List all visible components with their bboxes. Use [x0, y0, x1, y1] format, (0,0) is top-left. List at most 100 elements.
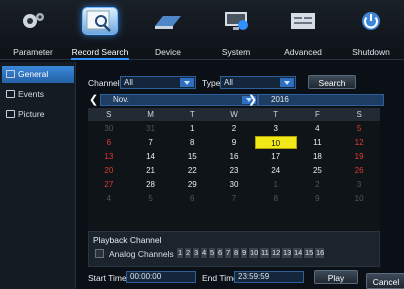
channel-toggle[interactable]: 3 — [193, 248, 199, 258]
channel-toggle[interactable]: 16 — [315, 248, 324, 258]
channel-toggle[interactable]: 10 — [249, 248, 258, 258]
nav-device[interactable]: Device — [135, 0, 201, 60]
calendar-day[interactable]: 14 — [130, 150, 172, 163]
calendar-day[interactable]: 25 — [297, 164, 339, 177]
calendar-day[interactable]: 1 — [255, 178, 297, 191]
channel-toggle[interactable]: 9 — [241, 248, 247, 258]
calendar-day[interactable]: 2 — [297, 178, 339, 191]
calendar-day[interactable]: 21 — [130, 164, 172, 177]
calendar-day[interactable]: 26 — [338, 164, 380, 177]
calendar-week-row: 6 7 8 9 10 11 12 — [88, 136, 380, 149]
calendar-day[interactable]: 18 — [297, 150, 339, 163]
calendar-day[interactable]: 3 — [255, 122, 297, 135]
record-search-panel: Channel All Type All Search ❮ Nov. ❯ 201… — [80, 68, 400, 289]
monitor-info-icon — [219, 8, 253, 34]
nav-label: Advanced — [284, 47, 322, 57]
end-time-input[interactable]: 23:59:59 — [234, 271, 304, 283]
channel-toggle[interactable]: 14 — [293, 248, 302, 258]
channel-toggle[interactable]: 13 — [282, 248, 291, 258]
calendar-day[interactable]: 23 — [213, 164, 255, 177]
calendar-day-selected[interactable]: 10 — [254, 136, 297, 149]
calendar-day[interactable]: 30 — [88, 122, 130, 135]
channel-value: All — [124, 78, 133, 87]
calendar-day[interactable]: 7 — [213, 192, 255, 205]
calendar-day[interactable]: 9 — [213, 136, 255, 149]
calendar-day[interactable]: 30 — [213, 178, 255, 191]
calendar-day[interactable]: 12 — [338, 136, 380, 149]
calendar-day[interactable]: 17 — [255, 150, 297, 163]
start-time-input[interactable]: 00:00:00 — [126, 271, 196, 283]
calendar-day[interactable]: 11 — [297, 136, 339, 149]
calendar-day[interactable]: 9 — [297, 192, 339, 205]
channel-toggle[interactable]: 12 — [271, 248, 280, 258]
calendar-day[interactable]: 3 — [338, 178, 380, 191]
calendar-week-row: 4 5 6 7 8 9 10 — [88, 192, 380, 205]
channel-toggle[interactable]: 1 — [177, 248, 183, 258]
calendar-day[interactable]: 7 — [130, 136, 172, 149]
calendar-day[interactable]: 4 — [88, 192, 130, 205]
calendar-day[interactable]: 15 — [171, 150, 213, 163]
calendar-day[interactable]: 5 — [338, 122, 380, 135]
calendar-day[interactable]: 13 — [88, 150, 130, 163]
chevron-down-icon — [280, 78, 294, 87]
channel-toggle[interactable]: 6 — [217, 248, 223, 258]
next-month-icon[interactable]: ❯ — [248, 93, 257, 106]
calendar-day[interactable]: 2 — [213, 122, 255, 135]
channel-toggle[interactable]: 8 — [233, 248, 239, 258]
calendar-day[interactable]: 24 — [255, 164, 297, 177]
gear-icon — [16, 8, 50, 34]
calendar-week-row: 20 21 22 23 24 25 26 — [88, 164, 380, 177]
search-button[interactable]: Search — [308, 75, 356, 89]
play-button[interactable]: Play — [314, 270, 358, 284]
month-select[interactable]: Nov. — [100, 94, 258, 106]
calendar-day[interactable]: 4 — [297, 122, 339, 135]
weekday-label: T — [254, 108, 297, 121]
year-value: 2016 — [271, 95, 289, 104]
nav-parameter[interactable]: Parameter — [0, 0, 66, 60]
channel-toggle[interactable]: 4 — [201, 248, 207, 258]
calendar-day[interactable]: 19 — [338, 150, 380, 163]
calendar-day[interactable]: 16 — [213, 150, 255, 163]
sidebar-item-picture[interactable]: Picture — [2, 106, 74, 123]
calendar-day[interactable]: 22 — [171, 164, 213, 177]
calendar-day[interactable]: 8 — [171, 136, 213, 149]
sidebar-item-events[interactable]: Events — [2, 86, 74, 103]
calendar-day[interactable]: 27 — [88, 178, 130, 191]
general-icon — [6, 70, 15, 78]
analog-channels-checkbox[interactable] — [95, 249, 104, 258]
sidebar-item-general[interactable]: General — [2, 66, 74, 83]
nav-shutdown[interactable]: Shutdown — [338, 0, 404, 60]
year-select[interactable]: 2016 — [258, 94, 384, 106]
calendar-day[interactable]: 31 — [130, 122, 172, 135]
cancel-button[interactable]: Cancel — [366, 273, 404, 289]
calendar-day[interactable]: 6 — [88, 136, 130, 149]
calendar-day[interactable]: 8 — [255, 192, 297, 205]
prev-month-icon[interactable]: ❮ — [89, 93, 98, 106]
channel-toggle[interactable]: 7 — [225, 248, 231, 258]
nav-label: Record Search — [71, 47, 129, 57]
channel-toggle[interactable]: 15 — [304, 248, 313, 258]
channel-select[interactable]: All — [120, 76, 196, 89]
calendar-day[interactable]: 10 — [338, 192, 380, 205]
weekday-header-row: SMTWTFS — [88, 108, 380, 121]
calendar-day[interactable]: 28 — [130, 178, 172, 191]
nav-record-search[interactable]: Record Search — [67, 0, 133, 60]
nav-label: Device — [155, 47, 181, 57]
calendar-week-row: 30 31 1 2 3 4 5 — [88, 122, 380, 135]
channel-toggle[interactable]: 5 — [209, 248, 215, 258]
nav-system[interactable]: System — [203, 0, 269, 60]
events-icon — [6, 90, 15, 98]
nav-advanced[interactable]: Advanced — [270, 0, 336, 60]
calendar-day[interactable]: 20 — [88, 164, 130, 177]
calendar-day[interactable]: 5 — [130, 192, 172, 205]
hdd-icon — [151, 8, 185, 34]
channel-toggle[interactable]: 2 — [185, 248, 191, 258]
weekday-label: T — [171, 108, 214, 121]
channel-toggle[interactable]: 11 — [260, 248, 269, 258]
calendar-day[interactable]: 1 — [171, 122, 213, 135]
nav-label: Parameter — [13, 47, 53, 57]
calendar-day[interactable]: 6 — [171, 192, 213, 205]
weekday-label: S — [88, 108, 130, 121]
type-select[interactable]: All — [220, 76, 296, 89]
calendar-day[interactable]: 29 — [171, 178, 213, 191]
